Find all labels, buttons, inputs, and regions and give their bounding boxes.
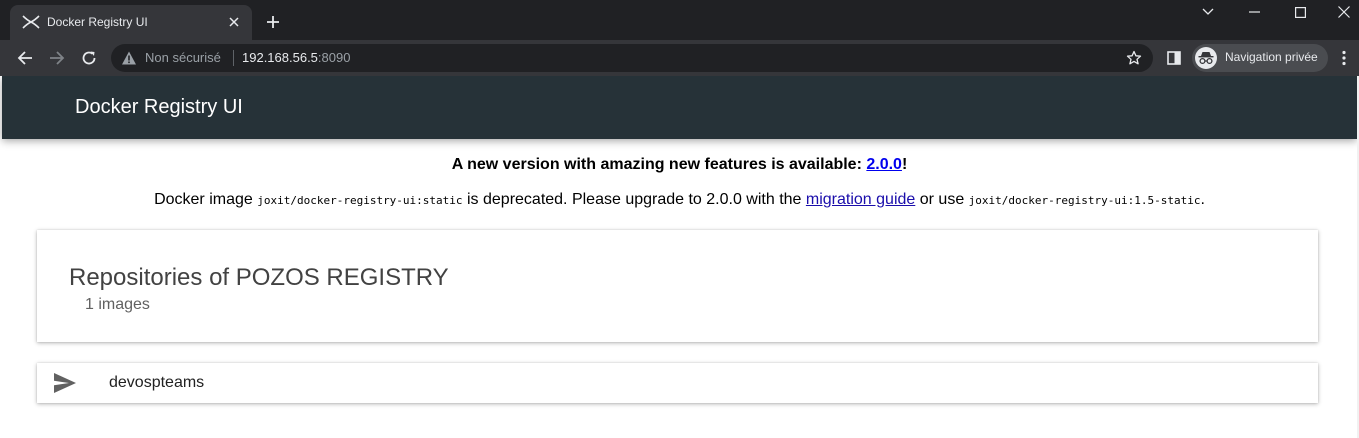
close-window-icon[interactable]: [1321, 0, 1359, 24]
browser-titlebar: Docker Registry UI: [0, 0, 1359, 40]
new-tab-plus-icon[interactable]: [262, 11, 284, 33]
address-divider: [233, 50, 234, 66]
side-panel-icon[interactable]: [1164, 48, 1184, 68]
security-status-label: Non sécurisé: [145, 50, 221, 65]
maximize-window-icon[interactable]: [1277, 0, 1323, 24]
tab-search-chevron-icon[interactable]: [1185, 0, 1231, 24]
incognito-label: Navigation privée: [1225, 50, 1318, 64]
bookmark-star-icon[interactable]: [1125, 49, 1143, 67]
repositories-title: Repositories of POZOS REGISTRY: [69, 264, 449, 291]
app-title: Docker Registry UI: [75, 96, 243, 118]
repositories-count: 1 images: [85, 296, 150, 313]
docker-registry-favicon-icon: [22, 15, 40, 29]
new-version-suffix: !: [901, 156, 908, 173]
forward-arrow-icon[interactable]: [45, 46, 69, 70]
warning-triangle-icon: [122, 51, 136, 65]
new-version-notice: A new version with amazing new features …: [0, 156, 1359, 174]
url-host: 192.168.56.5: [242, 50, 318, 65]
url-port: :8090: [317, 50, 351, 65]
url-text: 192.168.56.5:8090: [242, 50, 350, 65]
browser-menu-kebab-icon[interactable]: [1336, 48, 1352, 68]
app-header: Docker Registry UI: [2, 76, 1357, 139]
repository-list-item[interactable]: devospteams: [37, 363, 1318, 403]
reload-icon[interactable]: [77, 46, 101, 70]
deprecation-text-or: or use: [915, 191, 969, 208]
deprecation-text-middle: is deprecated. Please upgrade to 2.0.0 w…: [462, 191, 806, 208]
minimize-window-icon[interactable]: [1231, 0, 1277, 24]
incognito-indicator[interactable]: Navigation privée: [1192, 44, 1328, 72]
address-bar[interactable]: Non sécurisé 192.168.56.5:8090: [111, 44, 1153, 72]
repository-name: devospteams: [109, 374, 205, 391]
deprecated-image-name: joxit/docker-registry-ui:static: [257, 194, 463, 207]
new-version-link[interactable]: 2.0.0: [866, 156, 902, 173]
back-arrow-icon[interactable]: [13, 46, 37, 70]
deprecation-text-prefix: Docker image: [154, 191, 258, 208]
alternative-image-name: joxit/docker-registry-ui:1.5-static: [968, 194, 1201, 207]
browser-tab[interactable]: Docker Registry UI: [10, 5, 252, 40]
deprecation-text-end: .: [1200, 191, 1205, 208]
deprecation-notice: Docker image joxit/docker-registry-ui:st…: [0, 191, 1359, 209]
page-viewport: Docker Registry UI A new version with am…: [0, 76, 1359, 438]
new-version-text: A new version with amazing new features …: [451, 156, 867, 173]
migration-guide-link[interactable]: migration guide: [806, 191, 915, 208]
tab-title: Docker Registry UI: [47, 15, 148, 29]
tab-close-icon[interactable]: [224, 12, 244, 32]
send-icon: [54, 373, 76, 393]
browser-toolbar: Non sécurisé 192.168.56.5:8090 Navigatio…: [0, 40, 1359, 76]
repositories-header-card: Repositories of POZOS REGISTRY 1 images: [37, 230, 1318, 342]
incognito-icon: [1195, 47, 1217, 69]
